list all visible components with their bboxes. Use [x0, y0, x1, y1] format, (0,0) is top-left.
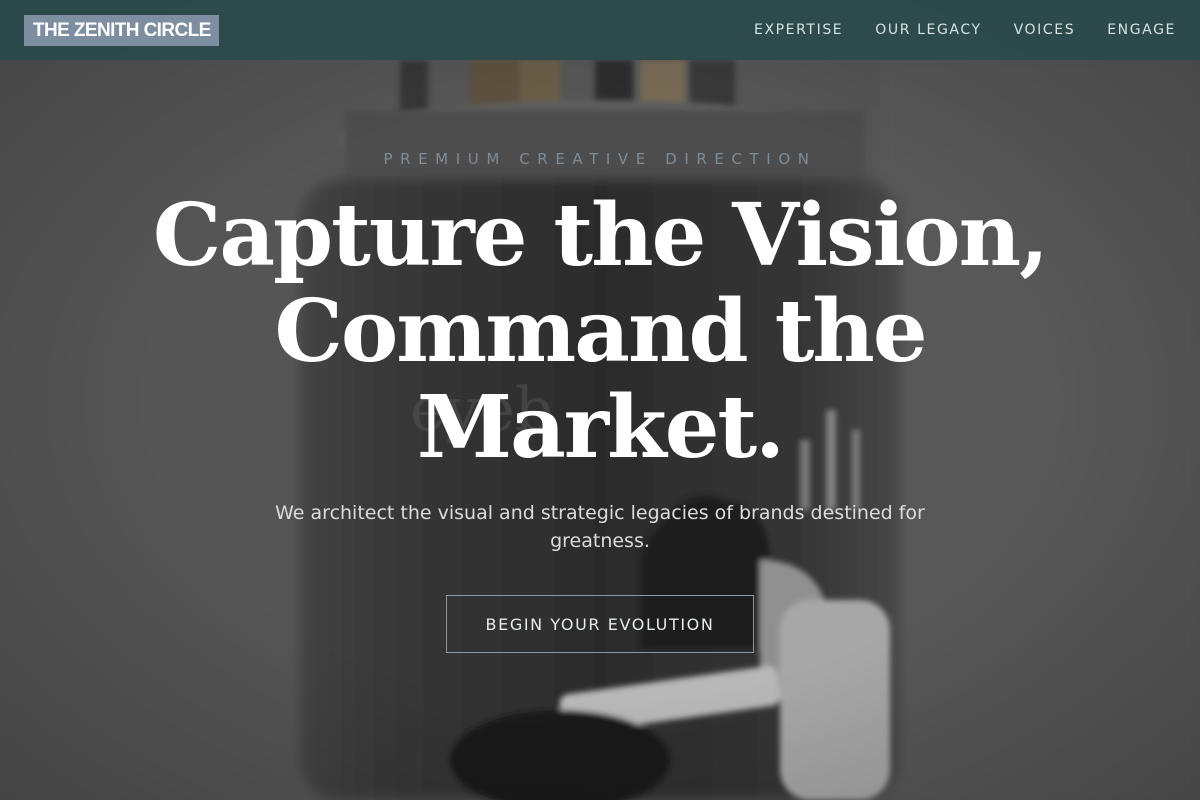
hero-subheading: We architect the visual and strategic le…	[275, 502, 925, 552]
begin-evolution-button[interactable]: BEGIN YOUR EVOLUTION	[446, 595, 754, 653]
nav-link-expertise[interactable]: EXPERTISE	[754, 22, 843, 38]
hero-eyebrow: PREMIUM CREATIVE DIRECTION	[383, 150, 817, 168]
hero-section: PREMIUM CREATIVE DIRECTION Capture the V…	[0, 0, 1200, 800]
headline-line-1: Capture the Vision,	[152, 185, 1049, 286]
headline-line-3: Market.	[416, 377, 785, 478]
brand-logo[interactable]: THE ZENITH CIRCLE	[24, 14, 219, 46]
hero-headline: Capture the Vision, Command the Market.	[100, 188, 1100, 476]
landing-page: eyeb THE ZENITH CIRCLE EX	[0, 0, 1200, 800]
nav-links: EXPERTISE OUR LEGACY VOICES ENGAGE	[754, 22, 1176, 38]
nav-link-engage[interactable]: ENGAGE	[1107, 22, 1176, 38]
top-navigation-bar: THE ZENITH CIRCLE EXPERTISE OUR LEGACY V…	[0, 0, 1200, 60]
headline-line-2: Command the	[274, 281, 927, 382]
nav-link-voices[interactable]: VOICES	[1014, 22, 1076, 38]
nav-link-our-legacy[interactable]: OUR LEGACY	[875, 22, 981, 38]
